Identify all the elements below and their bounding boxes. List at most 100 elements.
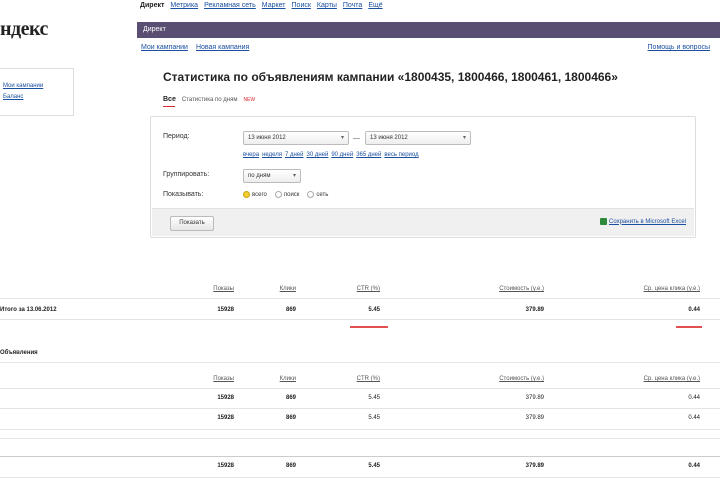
help-link[interactable]: Помощь и вопросы (648, 44, 710, 51)
radio-network[interactable]: сеть (307, 191, 328, 198)
topnav-item[interactable]: Почта (343, 2, 362, 9)
date-from-select[interactable]: 13 июня 2012 ▾ (243, 131, 349, 145)
cell-cost: 379.89 (525, 415, 544, 421)
sidebar-link[interactable]: Мои кампании (3, 83, 69, 89)
active-filter-underline (163, 106, 175, 107)
show-label: Показывать: (163, 191, 204, 198)
date-from-value: 13 июня 2012 (248, 135, 286, 141)
quick-period-link[interactable]: весь период (384, 152, 418, 158)
topnav-item[interactable]: Директ (140, 2, 164, 9)
cell-ctr: 5.45 (368, 415, 380, 421)
radio-label: поиск (283, 191, 300, 198)
radio-dot[interactable] (243, 191, 250, 198)
cell-cost: 379.89 (525, 395, 544, 401)
cell-ctr: 5.45 (368, 463, 380, 469)
logo[interactable]: ндекс (0, 18, 48, 41)
column-header-ctr[interactable]: CTR (%) (357, 376, 380, 382)
sidebar-box: Мои кампании Баланс (0, 68, 74, 116)
cell-avg-cpc: 0.44 (688, 415, 700, 421)
quick-period-link[interactable]: вчера (243, 152, 259, 158)
column-header-avg-cpc[interactable]: Ср. цена клика (у.е.) (644, 286, 700, 292)
table-total-row: 15928 869 5.45 379.89 0.44 (0, 456, 720, 478)
cell-impressions: 15928 (217, 307, 234, 313)
radio-label: всего (252, 191, 267, 198)
column-header-impressions[interactable]: Показы (213, 376, 234, 382)
date-to-select[interactable]: 13 июня 2012 ▾ (365, 131, 471, 145)
quick-period-link[interactable]: 30 дней (307, 152, 329, 158)
column-header-clicks[interactable]: Клики (280, 286, 296, 292)
column-header-cost[interactable]: Стоимость (у.е.) (499, 376, 544, 382)
cell-impressions: 15928 (217, 463, 234, 469)
section-header-title: Директ (143, 26, 166, 33)
export-excel-label: Сохранить в Microsoft Excel (608, 218, 686, 225)
sidebar-link[interactable]: Баланс (3, 94, 69, 100)
date-range-dash: — (353, 135, 360, 142)
column-header-ctr[interactable]: CTR (%) (357, 286, 380, 292)
calendar-icon: ▾ (462, 135, 466, 141)
quick-period-link[interactable]: неделя (262, 152, 282, 158)
topnav-item[interactable]: Метрика (170, 2, 198, 9)
radio-dot[interactable] (307, 191, 315, 198)
topnav-item[interactable]: Рекламная сеть (204, 2, 256, 9)
tab-my-campaigns[interactable]: Мои кампании (141, 44, 188, 51)
panel-footer: Показать Сохранить в Microsoft Excel (152, 208, 694, 236)
cell-avg-cpc: 0.44 (688, 395, 700, 401)
ctr-indicator-bar (350, 326, 388, 328)
cell-cost: 379.89 (525, 307, 544, 313)
show-button[interactable]: Показать (170, 216, 214, 231)
radio-search[interactable]: поиск (274, 191, 300, 198)
cell-clicks: 869 (285, 415, 296, 421)
topnav-item[interactable]: Маркет (262, 2, 286, 9)
table-header: Показы Клики CTR (%) Стоимость (у.е.) Ср… (0, 286, 720, 296)
column-header-avg-cpc[interactable]: Ср. цена клика (у.е.) (644, 376, 700, 382)
section-header-bar: Директ (137, 22, 720, 38)
cell-ctr: 5.45 (368, 307, 380, 313)
topnav-item[interactable]: Карты (317, 2, 337, 9)
cell-clicks: 869 (285, 395, 296, 401)
cell-cost: 379.89 (525, 463, 544, 469)
quick-period-link[interactable]: 90 дней (331, 152, 353, 158)
chevron-down-icon: ▾ (292, 173, 296, 179)
quick-period-links: вчера неделя 7 дней 30 дней 90 дней 365 … (243, 152, 419, 158)
cell-impressions: 15928 (217, 415, 234, 421)
group-by-value: по дням (248, 173, 271, 179)
divider (0, 362, 720, 363)
topnav-item[interactable]: Ещё (368, 2, 382, 9)
subtabs: Мои кампании Новая кампания (141, 44, 249, 51)
cell-avg-cpc: 0.44 (688, 463, 700, 469)
cell-clicks: 869 (285, 307, 296, 313)
radio-all[interactable]: всего (243, 191, 267, 198)
row-name: Итого за 13.06.2012 (0, 307, 57, 313)
calendar-icon: ▾ (340, 135, 344, 141)
cell-impressions: 15928 (217, 395, 234, 401)
top-navigation: Директ Метрика Рекламная сеть Маркет Пои… (140, 2, 383, 9)
tab-new-campaign[interactable]: Новая кампания (196, 44, 249, 51)
period-label: Период: (163, 133, 190, 140)
group-by-select[interactable]: по дням ▾ (243, 169, 301, 183)
divider (0, 438, 720, 439)
table-header: Показы Клики CTR (%) Стоимость (у.е.) Ср… (0, 376, 720, 386)
page-title: Статистика по объявлениям кампании «1800… (163, 70, 618, 84)
filter-row: Все Статистика по дням NEW (163, 96, 255, 103)
quick-period-link[interactable]: 365 дней (356, 152, 381, 158)
stats-filter-panel: Период: 13 июня 2012 ▾ — 13 июня 2012 ▾ … (150, 116, 696, 238)
radio-label: сеть (316, 191, 329, 198)
column-header-impressions[interactable]: Показы (213, 286, 234, 292)
export-excel-link[interactable]: Сохранить в Microsoft Excel (599, 218, 686, 225)
cell-avg-cpc: 0.44 (688, 307, 700, 313)
topnav-item[interactable]: Поиск (292, 2, 311, 9)
new-badge: NEW (243, 96, 256, 103)
excel-icon (599, 218, 607, 225)
table-row: 15928 869 5.45 379.89 0.44 (0, 408, 720, 430)
cpc-indicator-bar (676, 326, 702, 328)
date-to-value: 13 июня 2012 (370, 135, 408, 141)
table-row: Итого за 13.06.2012 15928 869 5.45 379.8… (0, 298, 720, 320)
placement-radio-group: всего поиск сеть (243, 191, 328, 198)
column-header-clicks[interactable]: Клики (280, 376, 296, 382)
column-header-cost[interactable]: Стоимость (у.е.) (499, 286, 544, 292)
cell-clicks: 869 (285, 463, 296, 469)
radio-dot[interactable] (274, 191, 282, 198)
filter-label[interactable]: Все (163, 96, 176, 103)
filter-link[interactable]: Статистика по дням (182, 97, 238, 103)
quick-period-link[interactable]: 7 дней (285, 152, 304, 158)
